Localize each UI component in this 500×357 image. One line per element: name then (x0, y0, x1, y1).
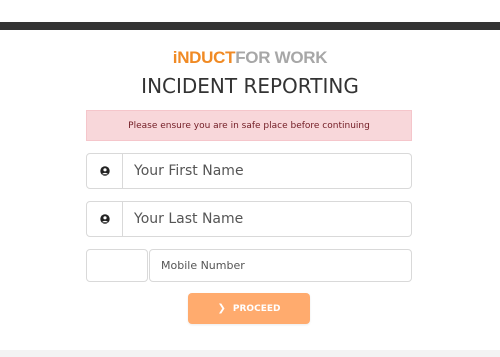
safety-alert: Please ensure you are in safe place befo… (86, 110, 412, 141)
first-name-group (86, 153, 412, 189)
logo-forwork-text: FOR WORK (235, 48, 328, 67)
last-name-group (86, 201, 412, 237)
user-icon (99, 214, 110, 224)
incident-report-page: iNDUCTFOR WORK INCIDENT REPORTING Please… (0, 30, 500, 350)
brand-logo: iNDUCTFOR WORK (0, 48, 500, 68)
header-divider-bar (0, 22, 500, 30)
safety-alert-message: Please ensure you are in safe place befo… (128, 120, 370, 131)
country-code-select[interactable] (86, 249, 148, 282)
user-icon (99, 166, 110, 176)
first-name-input[interactable] (123, 153, 412, 189)
logo-induct-text: iNDUCT (172, 48, 236, 67)
proceed-label: PROCEED (232, 303, 281, 314)
proceed-button[interactable]: ❯ PROCEED (188, 293, 310, 324)
mobile-number-input[interactable] (149, 249, 412, 282)
chevron-right-icon: ❯ (217, 303, 226, 314)
page-title: INCIDENT REPORTING (141, 74, 359, 98)
mobile-row (86, 249, 412, 282)
page-bottom-strip (0, 350, 500, 357)
first-name-addon (86, 153, 123, 189)
last-name-input[interactable] (123, 201, 412, 237)
last-name-addon (86, 201, 123, 237)
